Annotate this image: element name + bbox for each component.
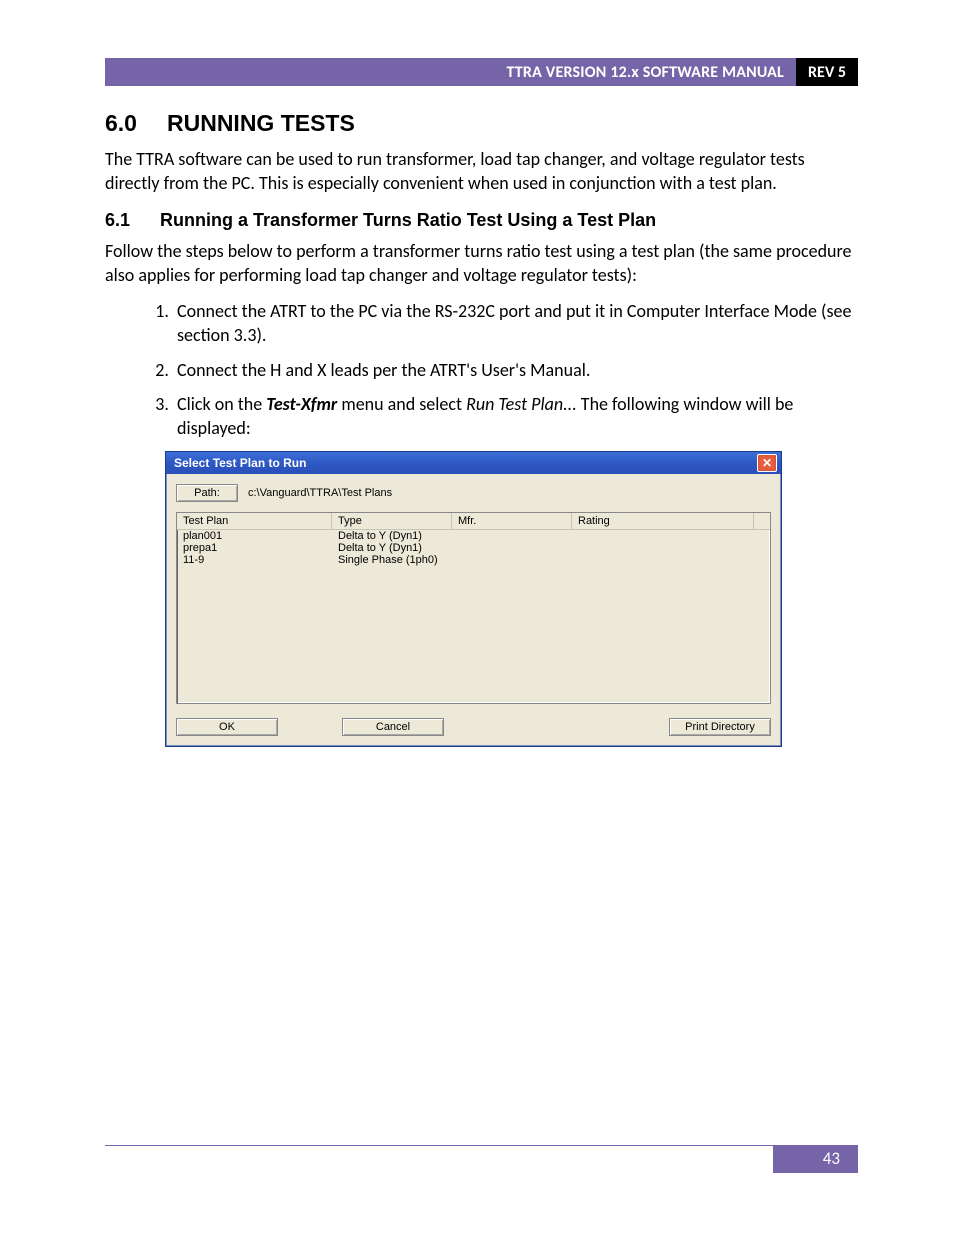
header-rev: REV 5 [796,58,858,86]
print-directory-button[interactable]: Print Directory [669,718,771,736]
dialog-titlebar[interactable]: Select Test Plan to Run ✕ [166,452,781,474]
step-1: Connect the ATRT to the PC via the RS-23… [173,299,858,348]
col-header-mfr[interactable]: Mfr. [452,513,572,530]
list-item[interactable]: 11-9 Single Phase (1ph0) [177,554,770,566]
step-list: Connect the ATRT to the PC via the RS-23… [105,299,858,440]
test-plan-list[interactable]: Test Plan Type Mfr. Rating plan001 Delta… [176,512,771,704]
step-3: Click on the Test-Xfmr menu and select R… [173,392,858,441]
step-3-menu-name: Test-Xfmr [266,393,337,415]
close-icon[interactable]: ✕ [757,454,777,472]
cell-mfr [452,542,572,554]
col-header-rating[interactable]: Rating [572,513,754,530]
ok-button[interactable]: OK [176,718,278,736]
step-2: Connect the H and X leads per the ATRT's… [173,358,858,382]
section-heading: 6.0 RUNNING TESTS [105,110,858,137]
section-title: RUNNING TESTS [167,110,355,137]
col-header-test-plan[interactable]: Test Plan [177,513,332,530]
step-3-menu-item: Run Test Plan... [466,393,577,415]
page-footer: 43 [105,1145,858,1173]
cell-plan: plan001 [177,530,332,542]
col-header-type[interactable]: Type [332,513,452,530]
path-button[interactable]: Path: [176,484,238,502]
list-header: Test Plan Type Mfr. Rating [177,513,770,530]
cell-rating [572,542,770,554]
cell-mfr [452,554,572,566]
cell-plan: prepa1 [177,542,332,554]
cell-mfr [452,530,572,542]
cell-rating [572,554,770,566]
page-header: TTRA VERSION 12.x SOFTWARE MANUAL REV 5 [105,58,858,86]
subsection-title: Running a Transformer Turns Ratio Test U… [160,210,656,231]
dialog-title: Select Test Plan to Run [174,456,306,470]
cell-type: Delta to Y (Dyn1) [332,530,452,542]
select-test-plan-dialog: Select Test Plan to Run ✕ Path: c:\Vangu… [165,451,782,747]
page-number: 43 [773,1146,858,1173]
section-number: 6.0 [105,110,137,137]
header-title: TTRA VERSION 12.x SOFTWARE MANUAL [105,58,796,86]
cell-type: Delta to Y (Dyn1) [332,542,452,554]
step-3-text-a: Click on the [177,393,266,415]
section-intro: The TTRA software can be used to run tra… [105,147,858,196]
subsection-intro: Follow the steps below to perform a tran… [105,239,858,288]
list-item[interactable]: prepa1 Delta to Y (Dyn1) [177,542,770,554]
step-3-text-c: menu and select [337,393,466,415]
cell-plan: 11-9 [177,554,332,566]
cell-type: Single Phase (1ph0) [332,554,452,566]
subsection-heading: 6.1 Running a Transformer Turns Ratio Te… [105,210,858,231]
path-value: c:\Vanguard\TTRA\Test Plans [248,487,392,499]
cancel-button[interactable]: Cancel [342,718,444,736]
col-header-scroll [754,513,770,530]
cell-rating [572,530,770,542]
subsection-number: 6.1 [105,210,130,231]
list-item[interactable]: plan001 Delta to Y (Dyn1) [177,530,770,542]
